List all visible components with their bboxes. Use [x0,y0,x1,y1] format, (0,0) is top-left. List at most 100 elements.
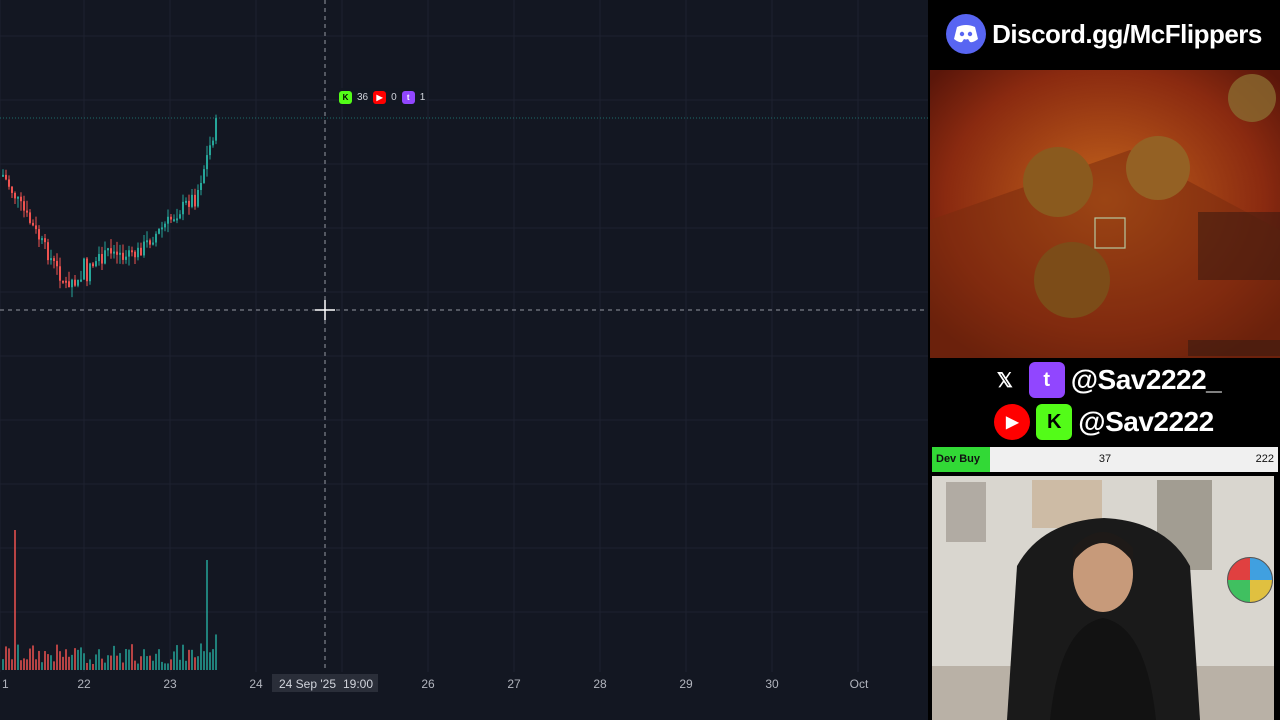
volume-bar [8,648,10,670]
volume-bar [53,661,55,670]
candlestick-chart[interactable]: 1 22 23 24 26 27 28 29 30 Oct 24 Sep '25 19:00 [0,0,928,720]
volume-bar [56,644,58,670]
volume-bar [50,655,52,670]
volume-bar [20,660,22,670]
candle-body [134,251,136,258]
volume-bar [29,648,31,670]
candle-body [212,140,214,146]
twitch-count: 1 [419,91,426,103]
discord-banner: Discord.gg/McFlippers [928,0,1280,68]
volume-bar [68,656,70,670]
volume-bar [128,649,130,670]
x-icon: 𝕏 [996,369,1013,392]
candle-body [32,222,34,226]
candle-body [29,212,31,223]
volume-bar [182,644,184,670]
candle-body [209,145,211,156]
volume-bar [194,657,196,670]
x-tick-label: 22 [77,677,91,691]
candle-body [86,258,88,282]
candle-body [77,279,79,286]
candle-body [113,251,115,254]
volume-bar [101,658,103,670]
crosshair-cursor-icon [315,300,335,320]
volume-bar [95,654,97,670]
candle-body [152,242,154,245]
candle-body [161,227,163,230]
candle-body [98,254,100,262]
candle-body [5,174,7,180]
candle-body [104,250,106,264]
viewer-stats-badge: K 36 ▶ 0 t 1 [339,88,426,106]
candle-body [131,250,133,253]
youtube-icon: ▶ [994,404,1031,440]
chart-panel[interactable]: 1 22 23 24 26 27 28 29 30 Oct 24 Sep '25 19:00 K … [0,0,928,720]
volume-bar [2,659,4,670]
dev-buy-current: 37 [1098,453,1112,465]
candle-body [203,169,205,183]
volume-bar [212,649,214,670]
volume-bar [137,663,139,670]
candle-body [59,266,61,281]
candle-body [185,200,187,203]
volume-bar [80,647,82,670]
volume-bar [209,652,211,670]
candle-body [38,229,40,240]
x-tick-label: 28 [593,677,607,691]
social-row-x-twitch: 𝕏 t @Sav2222_ [928,361,1280,399]
volume-bar [155,653,157,670]
volume-bar [191,649,193,670]
x-tick-label: 24 [249,677,263,691]
crosshair-time: 19:00 [343,677,373,691]
kick-handle: @Sav2222 [1078,406,1214,437]
volume-bar [107,655,109,670]
volume-bar [140,656,142,670]
x-tick-label: 23 [163,677,177,691]
x-tick-label: Oct [850,677,869,691]
dev-buy-max: 222 [1255,453,1274,465]
x-tick-label: 30 [765,677,779,691]
candle-body [35,225,37,230]
volume-bar [86,662,88,670]
candle-body [68,281,70,288]
volume-bar [41,662,43,670]
candle-body [74,279,76,286]
candle-body [101,254,103,264]
candle-body [14,192,16,199]
kick-icon: K [339,90,352,104]
candle-body [95,261,97,267]
candle-body [215,118,217,141]
volume-bar [158,649,160,670]
volume-bar [146,656,148,670]
volume-bar [206,560,208,670]
volume-bar [113,645,115,670]
volume-bar [119,653,121,670]
volume-bar [167,663,169,670]
volume-bar [149,655,151,670]
candle-body [176,218,178,221]
volume-bar [143,649,145,670]
candle-body [206,155,208,170]
candle-body [11,186,13,193]
volume-bar [110,655,112,670]
volume-bar [125,648,127,670]
candle-body [164,223,166,228]
volume-bar [35,659,37,670]
discord-icon [946,14,987,54]
candle-body [125,256,127,260]
candle-body [62,280,64,283]
volume-bar [23,658,25,670]
candle-body [170,216,172,220]
volume-bar [215,634,217,670]
candle-body [182,201,184,215]
candle-body [119,252,121,255]
candle-body [116,251,118,255]
volume-bar [170,659,172,670]
candle-body [26,210,28,213]
twitch-handle: @Sav2222_ [1070,364,1222,395]
candle-body [17,196,19,199]
volume-bar [59,651,61,670]
candle-body [80,279,82,282]
volume-bar [11,659,13,670]
candle-body [149,240,151,245]
